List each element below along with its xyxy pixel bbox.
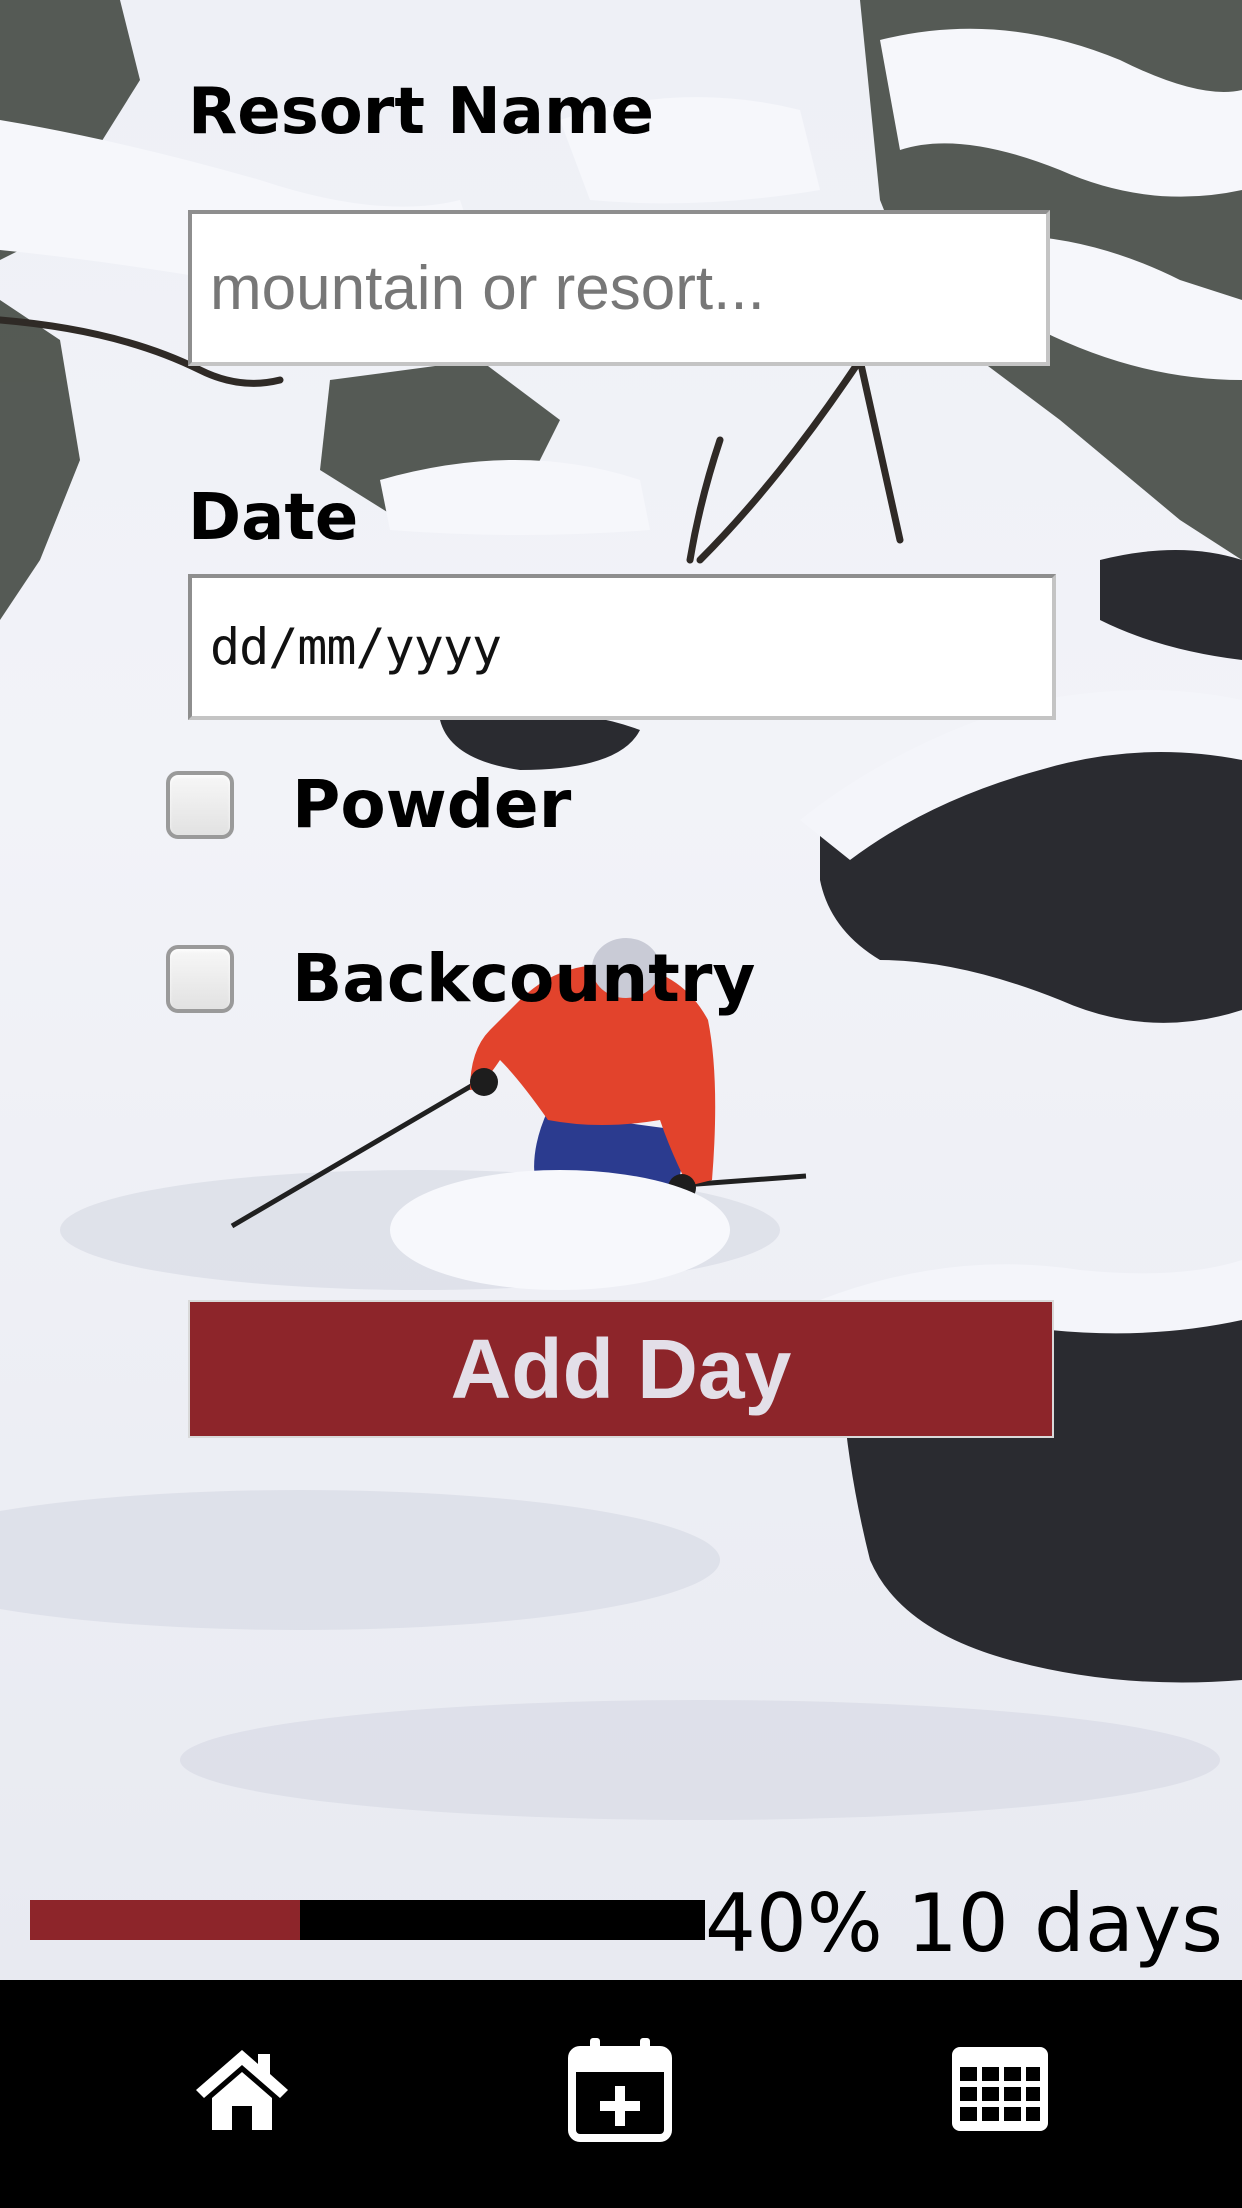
date-label: Date — [188, 481, 359, 555]
backcountry-checkbox[interactable] — [166, 944, 234, 1013]
progress-percent: 40% — [705, 1877, 883, 1970]
backcountry-label: Backcountry — [292, 940, 756, 1017]
nav-calendar[interactable] — [940, 2024, 1060, 2154]
add-day-button[interactable]: Add Day — [188, 1300, 1054, 1438]
nav-add-day[interactable] — [560, 2024, 680, 2154]
progress-summary: 40% 10 days — [705, 1876, 1223, 1972]
calendar-grid-icon — [952, 2047, 1048, 2131]
powder-label: Powder — [292, 766, 572, 843]
calendar-add-icon — [568, 2038, 672, 2142]
bottom-nav-bar — [0, 1980, 1242, 2208]
powder-checkbox-row[interactable]: Powder — [166, 766, 571, 843]
progress-days: 10 days — [906, 1877, 1223, 1970]
nav-home[interactable] — [182, 2024, 302, 2154]
resort-name-input[interactable] — [188, 210, 1050, 366]
home-icon — [196, 2050, 288, 2130]
resort-name-label: Resort Name — [188, 75, 655, 149]
date-input[interactable]: dd/mm/yyyy — [188, 574, 1056, 720]
backcountry-checkbox-row[interactable]: Backcountry — [166, 940, 755, 1017]
season-progress-fill — [30, 1900, 300, 1940]
season-progress-bar — [30, 1900, 705, 1940]
date-placeholder: dd/mm/yyyy — [210, 618, 502, 676]
powder-checkbox[interactable] — [166, 770, 234, 839]
